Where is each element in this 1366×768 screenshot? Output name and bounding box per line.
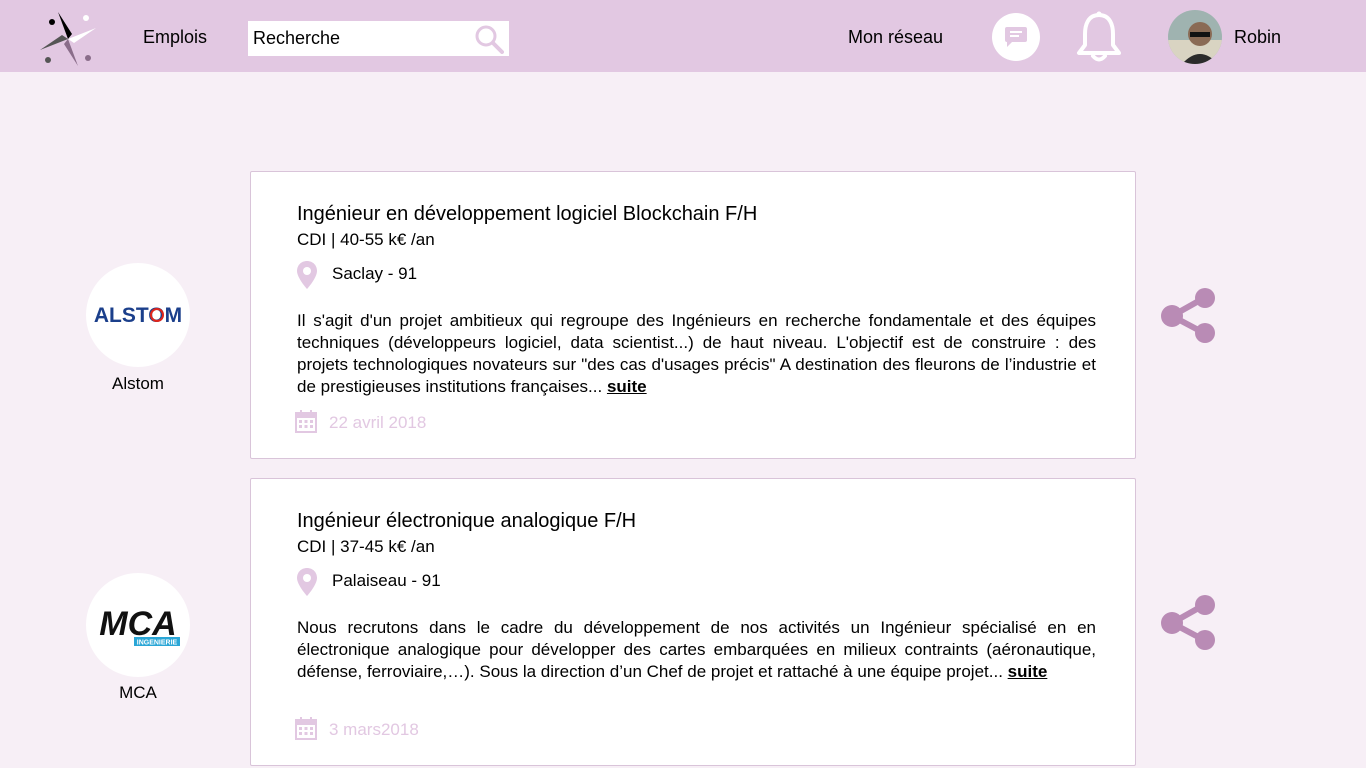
alstom-logo-icon: ALSTOM: [94, 304, 182, 327]
app-logo-icon[interactable]: [38, 10, 98, 68]
job-card: Ingénieur en développement logiciel Bloc…: [250, 171, 1136, 459]
share-icon[interactable]: [1158, 286, 1218, 346]
company-logo-alstom[interactable]: ALSTOM: [86, 263, 190, 367]
calendar-icon: [295, 410, 317, 433]
job-date: 22 avril 2018: [329, 413, 427, 432]
search-icon[interactable]: [474, 24, 504, 54]
nav-network-link[interactable]: Mon réseau: [848, 27, 943, 48]
job-location: Palaiseau - 91: [332, 571, 441, 590]
job-title[interactable]: Ingénieur électronique analogique F/H: [297, 510, 636, 533]
job-card: Ingénieur électronique analogique F/H CD…: [250, 478, 1136, 766]
job-location: Saclay - 91: [332, 264, 418, 283]
location-pin-icon: [297, 568, 317, 596]
svg-text:ALSTOM: ALSTOM: [94, 304, 182, 327]
read-more-link[interactable]: suite: [607, 377, 647, 396]
mca-logo-icon: MCA INGENIERIE: [99, 605, 180, 647]
search-bar: [248, 21, 509, 56]
notifications-bell-icon[interactable]: [1076, 10, 1122, 64]
job-contract-salary: CDI | 40-55 k€ /an: [297, 230, 435, 249]
job-contract-salary: CDI | 37-45 k€ /an: [297, 537, 435, 556]
top-navigation-bar: Emplois Mon réseau Robin: [0, 0, 1366, 72]
user-avatar[interactable]: [1168, 10, 1222, 64]
job-description-text: Il s'agit d'un projet ambitieux qui regr…: [297, 311, 1096, 396]
avatar-photo-icon: [1168, 10, 1222, 64]
job-description-text: Nous recrutons dans le cadre du développ…: [297, 618, 1096, 681]
location-pin-icon: [297, 261, 317, 289]
job-date: 3 mars2018: [329, 720, 419, 739]
chat-bubble-icon: [1005, 27, 1027, 47]
search-input[interactable]: [248, 21, 468, 56]
company-name: Alstom: [112, 374, 164, 393]
company-name: MCA: [119, 683, 157, 702]
messages-button[interactable]: [992, 13, 1040, 61]
user-name[interactable]: Robin: [1234, 27, 1281, 48]
company-logo-mca[interactable]: MCA INGENIERIE: [86, 573, 190, 677]
calendar-icon: [295, 717, 317, 740]
svg-text:INGENIERIE: INGENIERIE: [137, 640, 178, 647]
share-icon[interactable]: [1158, 593, 1218, 653]
job-description: Nous recrutons dans le cadre du développ…: [297, 617, 1096, 683]
nav-jobs-link[interactable]: Emplois: [143, 27, 207, 48]
read-more-link[interactable]: suite: [1008, 662, 1048, 681]
job-title[interactable]: Ingénieur en développement logiciel Bloc…: [297, 203, 757, 226]
job-description: Il s'agit d'un projet ambitieux qui regr…: [297, 310, 1096, 398]
